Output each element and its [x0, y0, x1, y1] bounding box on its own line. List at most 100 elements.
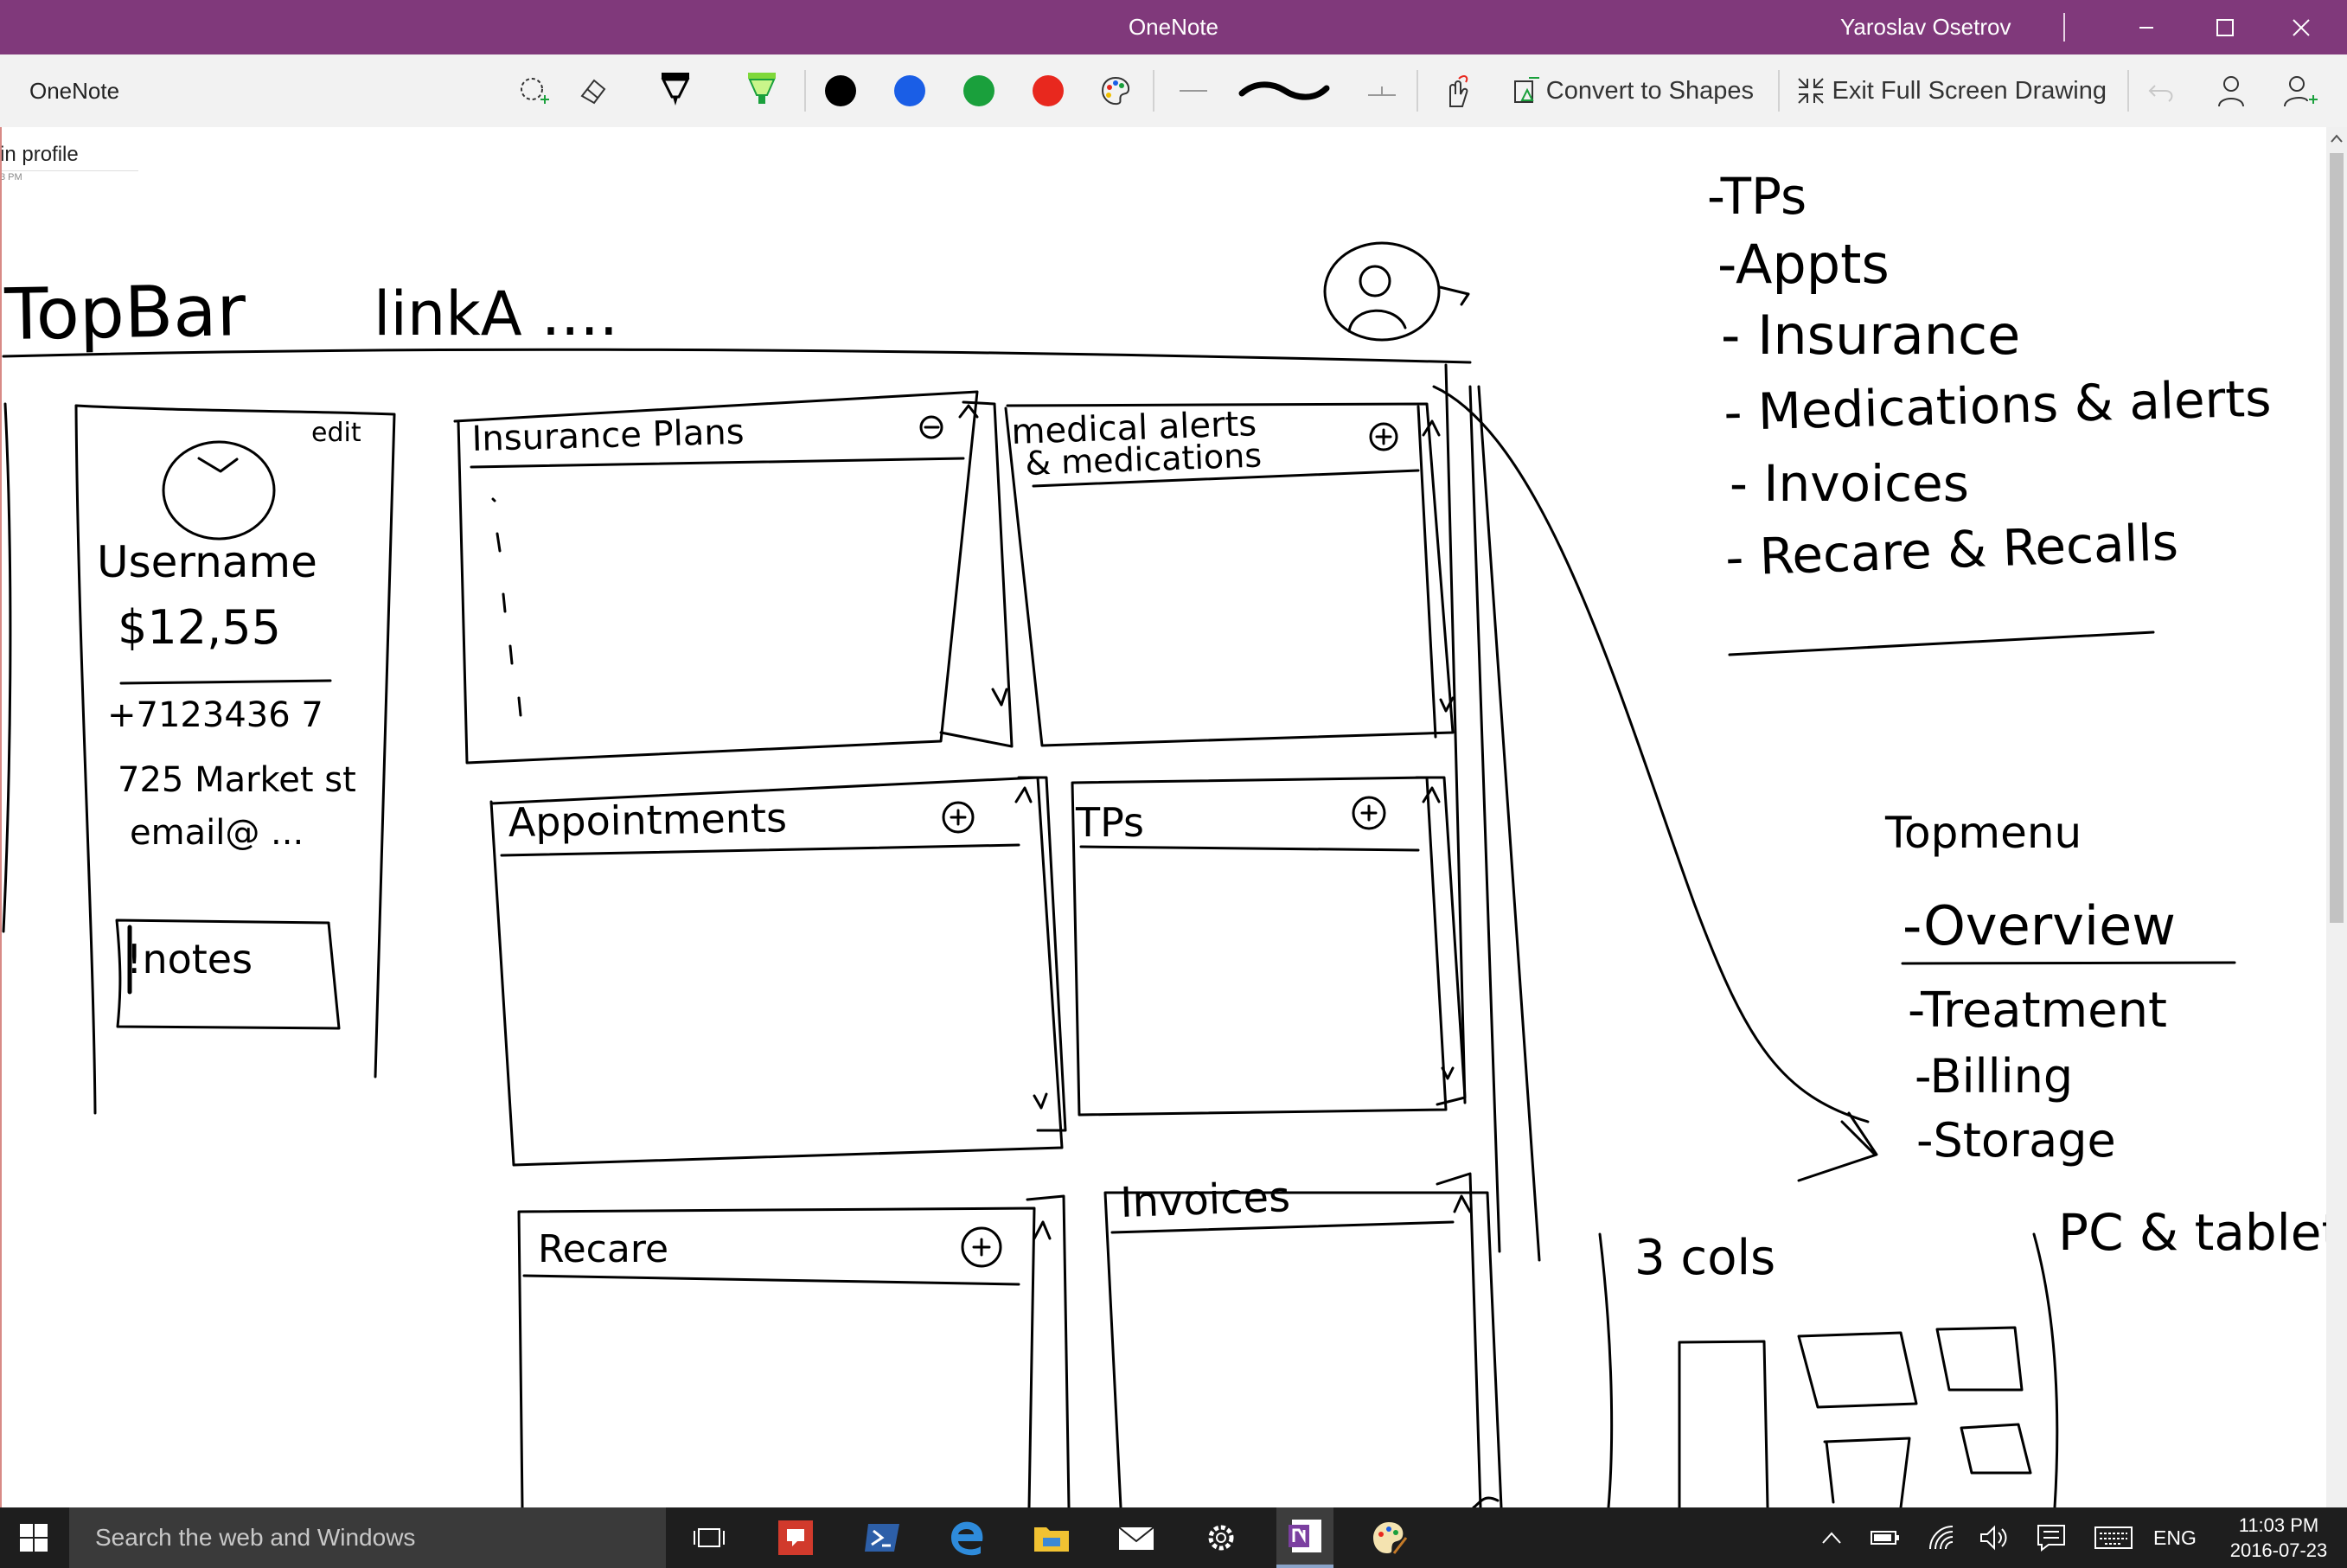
touch-drawing-button[interactable]	[1436, 67, 1479, 115]
onenote-icon	[1289, 1520, 1321, 1552]
color-green-button[interactable]	[960, 67, 998, 115]
mail-button[interactable]	[1110, 1507, 1162, 1568]
toolbar-separator	[804, 70, 806, 112]
feedback-app-button[interactable]	[770, 1507, 822, 1568]
profile-left	[74, 404, 97, 1115]
title-bar: OneNote Yaroslav Osetrov	[0, 0, 2347, 54]
keyboard-icon	[2094, 1526, 2133, 1549]
close-button[interactable]	[2267, 0, 2336, 54]
person-icon	[2218, 76, 2244, 107]
battery-button[interactable]	[1868, 1507, 1903, 1568]
edge-browser-button[interactable]	[941, 1507, 993, 1568]
paint-button[interactable]	[1363, 1507, 1415, 1568]
paint-icon	[1373, 1522, 1408, 1554]
color-swatch	[1033, 75, 1064, 106]
minimize-icon	[2139, 26, 2153, 29]
settings-icon	[1208, 1525, 1234, 1551]
search-placeholder: Search the web and Windows	[95, 1524, 416, 1551]
color-palette-button[interactable]	[1097, 67, 1135, 115]
toolbar-separator	[1417, 70, 1418, 112]
color-swatch	[894, 75, 925, 106]
speaker-icon	[1980, 1525, 2007, 1551]
task-view-button[interactable]	[683, 1507, 735, 1568]
eraser-icon	[580, 79, 606, 105]
thickness-current-button[interactable]	[1237, 67, 1332, 115]
touch-keyboard-button[interactable]	[2091, 1507, 2136, 1568]
profile-balance: $12,55	[118, 600, 281, 655]
color-blue-button[interactable]	[891, 67, 929, 115]
exit-full-screen-label: Exit Full Screen Drawing	[1832, 76, 2107, 105]
minimize-button[interactable]	[2112, 0, 2181, 54]
network-button[interactable]	[1925, 1507, 1960, 1568]
vertical-scrollbar[interactable]	[2326, 127, 2347, 1507]
volume-button[interactable]	[1977, 1507, 2011, 1568]
scroll-up-button[interactable]	[2326, 127, 2347, 150]
notification-icon	[2037, 1525, 2065, 1552]
lasso-select-icon	[521, 78, 549, 104]
language-indicator[interactable]: ENG	[2153, 1507, 2197, 1568]
convert-to-shapes-button[interactable]: Convert to Shapes	[1512, 67, 1754, 115]
drawing-canvas[interactable]: in profile 3 PM TopBar linkA .... edit U…	[0, 127, 2326, 1507]
add-person-icon	[2284, 76, 2318, 107]
taskbar-search-box[interactable]: Search the web and Windows	[69, 1507, 666, 1568]
chevron-up-icon	[1822, 1532, 1841, 1544]
show-hidden-icons-button[interactable]	[1814, 1507, 1849, 1568]
panel-title-insurance: Insurance Plans	[471, 413, 745, 459]
powershell-button[interactable]	[856, 1507, 908, 1568]
color-red-button[interactable]	[1029, 67, 1067, 115]
wireframe-sketch: TopBar linkA .... edit Username $12,55 +…	[2, 167, 2326, 1507]
panel-title-invoices: Invoices	[1119, 1173, 1290, 1227]
chevron-up-icon	[2331, 134, 2343, 143]
highlighter-button[interactable]	[739, 67, 784, 115]
palette-icon	[1101, 76, 1130, 106]
close-icon	[2293, 18, 2310, 36]
taskbar: Search the web and Windows ENG 11:03 PM …	[0, 1507, 2347, 1568]
action-center-button[interactable]	[2032, 1507, 2070, 1568]
color-swatch	[825, 75, 856, 106]
drawing-toolbar: OneNote Convert to Shapes Exit Full Scre…	[0, 54, 2347, 127]
exit-full-screen-drawing-button[interactable]: Exit Full Screen Drawing	[1795, 67, 2107, 115]
thickness-thick-button[interactable]	[1365, 67, 1399, 115]
maximize-button[interactable]	[2190, 0, 2260, 54]
lasso-select-button[interactable]	[512, 67, 555, 115]
scroll-thumb[interactable]	[2330, 153, 2344, 923]
panel-title-recare: Recare	[538, 1227, 668, 1271]
thickness-thin-button[interactable]	[1176, 67, 1211, 115]
topbar-link: linkA ....	[374, 278, 618, 349]
undo-button[interactable]	[2141, 67, 2183, 115]
account-button[interactable]	[2210, 67, 2252, 115]
eraser-button[interactable]	[571, 67, 614, 115]
highlighter-icon	[748, 73, 776, 104]
start-button[interactable]	[0, 1507, 67, 1568]
invoices-panel	[1103, 1191, 1503, 1507]
pen-icon	[661, 73, 690, 106]
windows-logo-icon	[20, 1524, 48, 1552]
topbar-label: TopBar	[3, 270, 246, 356]
pen-button[interactable]	[653, 67, 698, 115]
thick-stroke-icon	[1368, 86, 1396, 96]
profile-username: Username	[97, 537, 317, 587]
user-name[interactable]: Yaroslav Osetrov	[1840, 0, 2011, 54]
settings-button[interactable]	[1195, 1507, 1247, 1568]
profile-edit-label: edit	[311, 418, 361, 448]
file-explorer-button[interactable]	[1026, 1507, 1078, 1568]
onenote-taskbar-button[interactable]	[1276, 1507, 1333, 1568]
devices-note: PC & tablets	[2058, 1203, 2326, 1262]
thin-stroke-icon	[1180, 90, 1207, 92]
title-separator	[2063, 13, 2065, 42]
sections-item: - Recare & Recalls	[1724, 513, 2179, 587]
file-explorer-icon	[1034, 1527, 1069, 1552]
exit-fullscreen-icon	[1798, 78, 1824, 104]
cols-note: 3 cols	[1634, 1230, 1775, 1286]
task-view-icon	[694, 1528, 725, 1547]
profile-email: email@ ...	[130, 813, 304, 853]
sections-item: -TPs	[1707, 167, 1807, 226]
topmenu-item: -Storage	[1916, 1113, 2116, 1168]
color-black-button[interactable]	[822, 67, 860, 115]
toolbar-separator	[2127, 70, 2129, 112]
topmenu-item: -Treatment	[1908, 982, 2167, 1039]
clock[interactable]: 11:03 PM 2016-07-23	[2214, 1513, 2344, 1563]
toolbar-separator	[1778, 70, 1780, 112]
share-button[interactable]	[2280, 67, 2321, 115]
topmenu-heading: Topmenu	[1884, 808, 2082, 858]
